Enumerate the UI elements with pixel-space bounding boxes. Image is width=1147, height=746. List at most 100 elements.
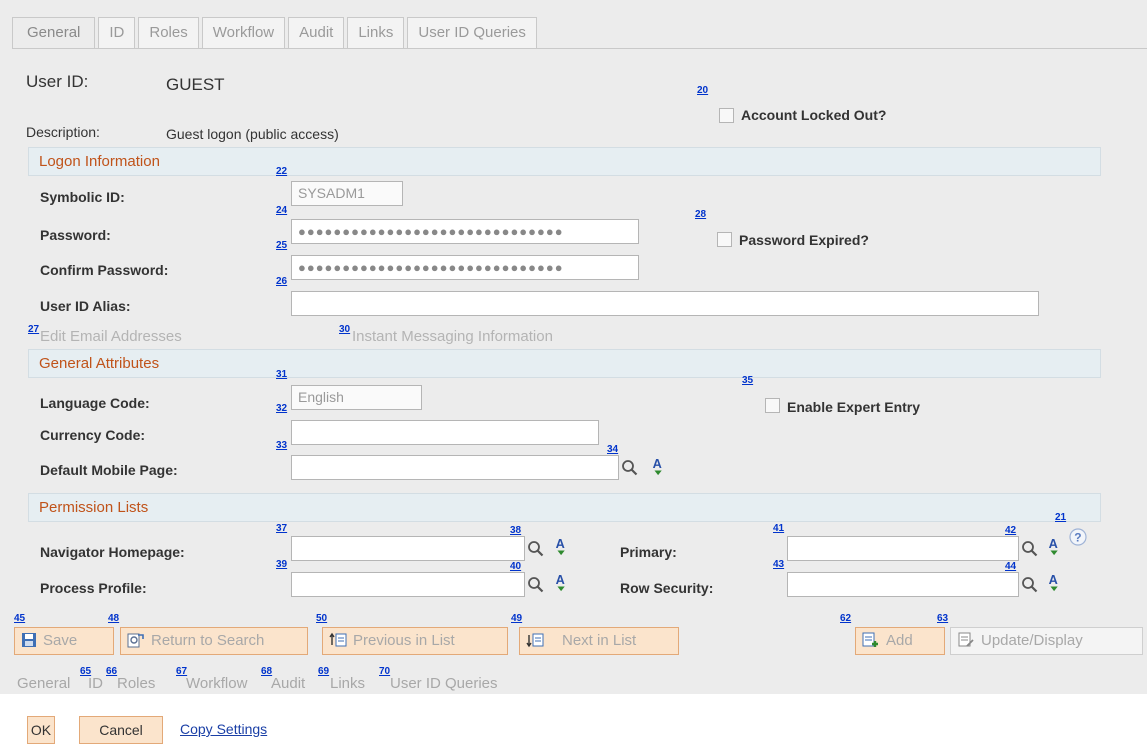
marker-22[interactable]: 22 (276, 167, 287, 177)
save-button[interactable]: Save (14, 627, 114, 655)
marker-43[interactable]: 43 (773, 560, 784, 570)
bottom-tab-user-id-queries[interactable]: User ID Queries (390, 675, 498, 692)
marker-34[interactable]: 34 (607, 445, 618, 455)
marker-48[interactable]: 48 (108, 614, 119, 624)
marker-41[interactable]: 41 (773, 524, 784, 534)
update-display-button[interactable]: Update/Display (950, 627, 1143, 655)
marker-42[interactable]: 42 (1005, 526, 1016, 536)
bottom-tab-roles[interactable]: Roles (117, 675, 155, 692)
lookup-icon[interactable] (1021, 539, 1039, 559)
marker-26[interactable]: 26 (276, 277, 287, 287)
logon-section-header: Logon Information (28, 147, 1101, 176)
prompt-icon[interactable]: A (1046, 536, 1064, 556)
next-in-list-button[interactable]: Next in List (519, 627, 679, 655)
user-id-label: User ID: (26, 72, 89, 91)
permission-lists-section-header: Permission Lists (28, 493, 1101, 522)
primary-field[interactable] (787, 536, 1019, 561)
password-expired-label: Password Expired? (739, 232, 869, 248)
bottom-tab-links[interactable]: Links (330, 675, 365, 692)
marker-44[interactable]: 44 (1005, 562, 1016, 572)
marker-27[interactable]: 27 (28, 325, 39, 335)
marker-40[interactable]: 40 (510, 562, 521, 572)
cancel-button[interactable]: Cancel (79, 716, 163, 744)
instant-messaging-link[interactable]: Instant Messaging Information (352, 328, 553, 345)
return-icon (127, 633, 144, 648)
previous-icon (329, 632, 347, 647)
next-icon (526, 633, 544, 647)
marker-32[interactable]: 32 (276, 404, 287, 414)
symbolic-id-field[interactable]: SYSADM1 (291, 181, 403, 206)
ok-button[interactable]: OK (27, 716, 55, 744)
marker-21[interactable]: 21 (1055, 513, 1066, 523)
marker-20[interactable]: 20 (697, 86, 708, 96)
marker-35[interactable]: 35 (742, 376, 753, 386)
navigator-homepage-field[interactable] (291, 536, 525, 561)
previous-in-list-button[interactable]: Previous in List (322, 627, 508, 655)
marker-28[interactable]: 28 (695, 210, 706, 220)
lookup-icon[interactable] (621, 458, 639, 478)
default-mobile-page-field[interactable] (291, 455, 619, 480)
process-profile-field[interactable] (291, 572, 525, 597)
help-icon[interactable]: ? (1068, 527, 1088, 547)
add-button[interactable]: Add (855, 627, 945, 655)
copy-settings-link[interactable]: Copy Settings (180, 721, 267, 737)
password-expired-checkbox[interactable] (717, 232, 732, 247)
enable-expert-entry-checkbox[interactable] (765, 398, 780, 413)
lookup-icon[interactable] (1021, 575, 1039, 595)
user-id-value: GUEST (166, 75, 225, 94)
tab-workflow[interactable]: Workflow (201, 17, 286, 49)
marker-39[interactable]: 39 (276, 560, 287, 570)
prompt-icon[interactable]: A (553, 536, 571, 556)
marker-33[interactable]: 33 (276, 441, 287, 451)
lookup-icon[interactable] (527, 539, 545, 559)
confirm-password-field[interactable]: ●●●●●●●●●●●●●●●●●●●●●●●●●●●●●● (291, 255, 639, 280)
edit-email-addresses-link[interactable]: Edit Email Addresses (40, 328, 182, 345)
password-field[interactable]: ●●●●●●●●●●●●●●●●●●●●●●●●●●●●●● (291, 219, 639, 244)
marker-30[interactable]: 30 (339, 325, 350, 335)
marker-62[interactable]: 62 (840, 614, 851, 624)
tab-audit[interactable]: Audit (288, 17, 345, 49)
svg-text:A: A (653, 456, 662, 471)
tab-general[interactable]: General (12, 17, 96, 49)
prompt-icon[interactable]: A (650, 456, 668, 476)
bottom-tab-workflow[interactable]: Workflow (186, 675, 247, 692)
tab-links[interactable]: Links (347, 17, 405, 49)
tab-roles[interactable]: Roles (138, 17, 199, 49)
user-id-alias-field[interactable] (291, 291, 1039, 316)
marker-24[interactable]: 24 (276, 206, 287, 216)
description-label: Description: (26, 124, 100, 140)
currency-code-field[interactable] (291, 420, 599, 445)
row-security-field[interactable] (787, 572, 1019, 597)
tab-id[interactable]: ID (98, 17, 136, 49)
prompt-icon[interactable]: A (1046, 572, 1064, 592)
marker-38[interactable]: 38 (510, 526, 521, 536)
return-to-search-button[interactable]: Return to Search (120, 627, 308, 655)
svg-text:?: ? (1074, 531, 1081, 545)
marker-70[interactable]: 70 (379, 667, 390, 677)
svg-text:A: A (556, 572, 565, 587)
language-code-field[interactable]: English (291, 385, 422, 410)
marker-66[interactable]: 66 (106, 667, 117, 677)
account-locked-label: Account Locked Out? (741, 107, 887, 123)
lookup-icon[interactable] (527, 575, 545, 595)
marker-31[interactable]: 31 (276, 370, 287, 380)
marker-37[interactable]: 37 (276, 524, 287, 534)
bottom-tab-id[interactable]: ID (88, 675, 103, 692)
description-value: Guest logon (public access) (166, 126, 339, 142)
prompt-icon[interactable]: A (553, 572, 571, 592)
svg-text:A: A (556, 536, 565, 551)
row-security-label: Row Security: (620, 580, 714, 596)
bottom-tab-audit[interactable]: Audit (271, 675, 305, 692)
bottom-tab-general[interactable]: General (17, 675, 70, 692)
update-icon (958, 632, 974, 647)
marker-63[interactable]: 63 (937, 614, 948, 624)
tab-user-id-queries[interactable]: User ID Queries (407, 17, 537, 49)
account-locked-checkbox[interactable] (719, 108, 734, 123)
marker-25[interactable]: 25 (276, 241, 287, 251)
marker-50[interactable]: 50 (316, 614, 327, 624)
enable-expert-entry-label: Enable Expert Entry (787, 399, 921, 415)
marker-69[interactable]: 69 (318, 667, 329, 677)
marker-49[interactable]: 49 (511, 614, 522, 624)
return-to-search-label: Return to Search (151, 632, 265, 649)
marker-45[interactable]: 45 (14, 614, 25, 624)
